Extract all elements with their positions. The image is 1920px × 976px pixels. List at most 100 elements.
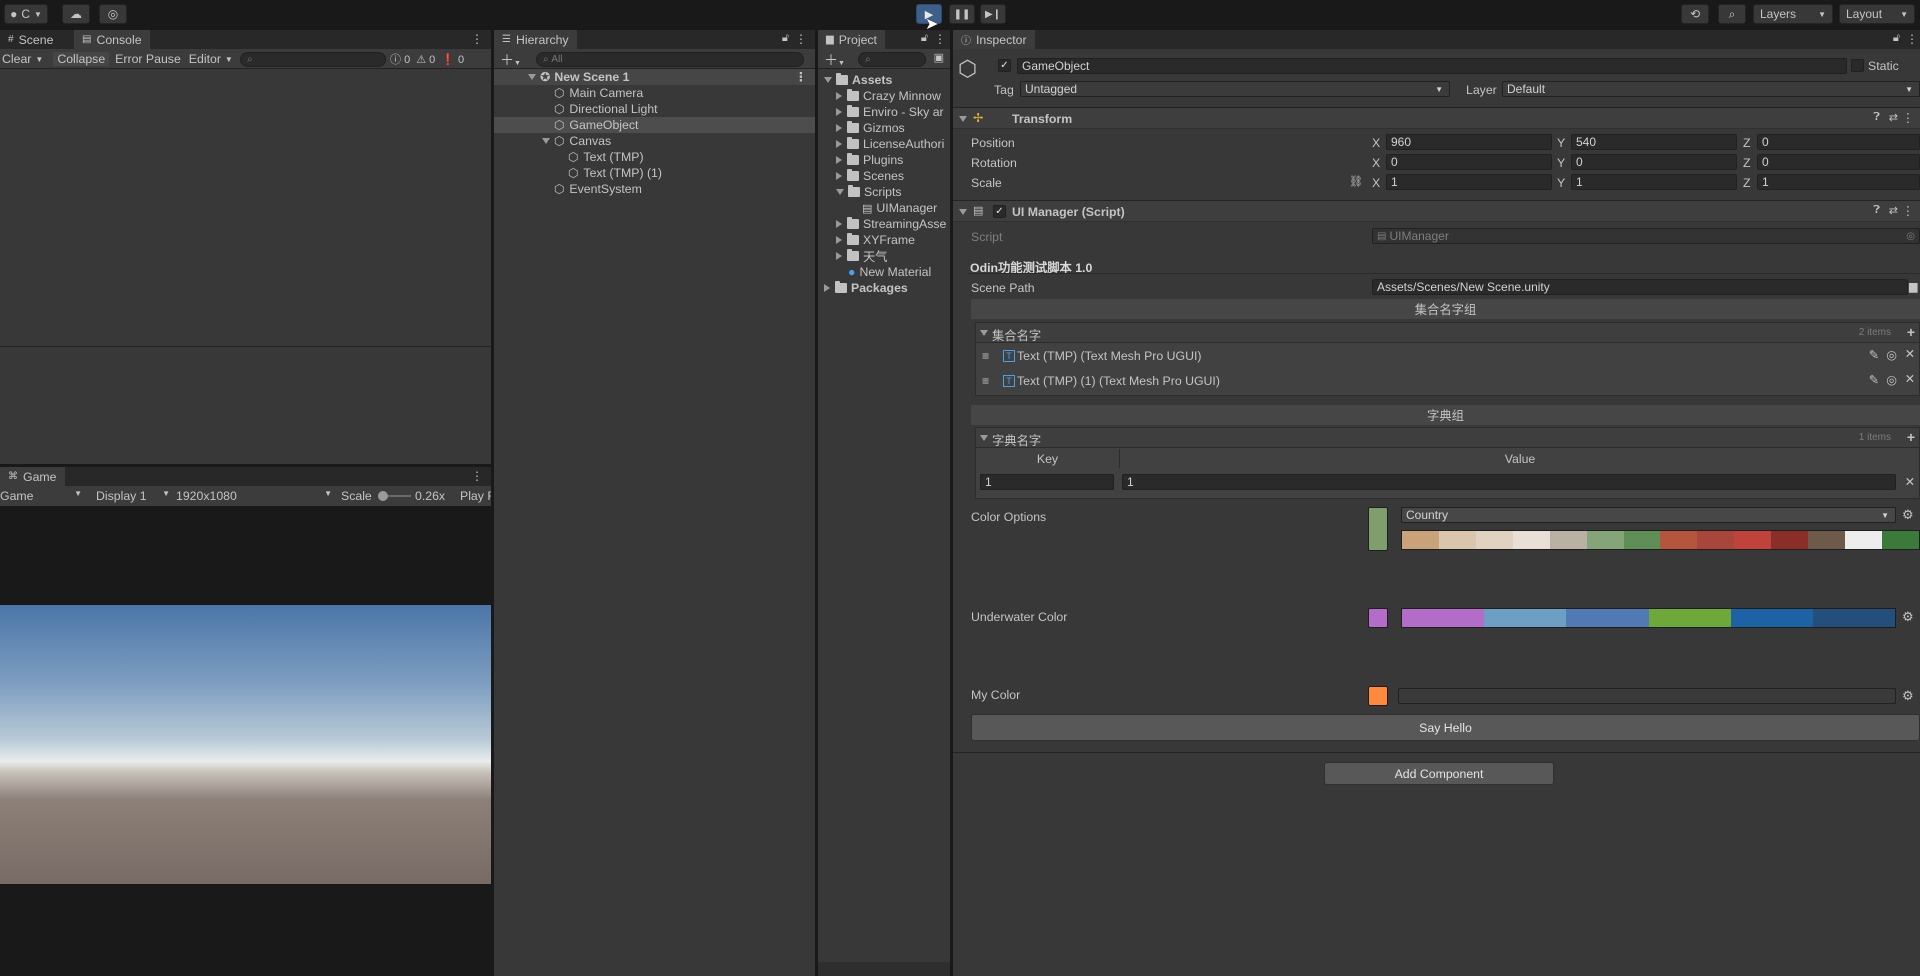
project-item[interactable]: Crazy Minnow xyxy=(818,88,950,104)
log-count[interactable]: ⓘ 0 xyxy=(390,51,410,67)
cloud-button[interactable]: ☁ xyxy=(62,4,90,24)
chevron-down-icon[interactable]: ▼ xyxy=(225,55,233,64)
warning-count[interactable]: ⚠ 0 xyxy=(416,53,435,66)
project-scrollbar[interactable] xyxy=(818,962,950,976)
my-color-palette-field[interactable] xyxy=(1398,688,1896,704)
add-item-icon[interactable]: + xyxy=(1907,429,1915,445)
palette-color-cell[interactable] xyxy=(1586,531,1624,549)
preset-icon[interactable]: ⇄ xyxy=(1889,111,1898,124)
add-dropdown[interactable]: ＋▼ xyxy=(500,50,521,70)
clear-button[interactable]: Clear xyxy=(0,52,33,66)
project-item[interactable]: Assets xyxy=(818,72,950,88)
help-icon[interactable]: ❓︎ xyxy=(1873,111,1880,124)
project-item[interactable]: 天气 xyxy=(818,248,950,264)
more-options-icon[interactable]: ⋮ xyxy=(795,32,807,46)
tab-console[interactable]: ▤ Console xyxy=(74,30,150,49)
hierarchy-item[interactable]: ⬡ GameObject xyxy=(494,117,815,133)
more-options-icon[interactable]: ⋮ xyxy=(1902,111,1914,125)
drag-handle-icon[interactable]: ≡ xyxy=(982,374,989,388)
underwater-swatch[interactable] xyxy=(1368,608,1388,628)
account-dropdown[interactable]: ● C ▼ xyxy=(4,4,48,24)
gameobject-large-icon[interactable]: ⬡ xyxy=(958,56,977,82)
dict-header[interactable]: 字典名字 1 items + xyxy=(976,428,1919,448)
panel-splitter[interactable] xyxy=(950,30,953,976)
chevron-down-icon[interactable]: ▼ xyxy=(35,55,43,64)
project-item[interactable]: StreamingAsse xyxy=(818,216,950,232)
active-checkbox[interactable]: ✓ xyxy=(998,59,1011,72)
play-focused-dropdown[interactable]: Play F xyxy=(460,489,491,503)
my-color-swatch[interactable] xyxy=(1368,686,1388,706)
editor-dropdown[interactable]: Editor xyxy=(187,52,223,66)
palette-color-cell[interactable] xyxy=(1484,609,1567,627)
close-icon[interactable]: ✕ xyxy=(1905,475,1915,489)
palette-color-cell[interactable] xyxy=(1881,531,1919,549)
say-hello-button[interactable]: Say Hello xyxy=(971,714,1920,741)
transform-header[interactable]: ✢ Transform ❓︎ ⇄ ⋮ xyxy=(953,107,1920,129)
gear-icon[interactable]: ⚙ xyxy=(1902,609,1914,625)
error-count[interactable]: ❗ 0 xyxy=(441,53,464,66)
project-item[interactable]: LicenseAuthori xyxy=(818,136,950,152)
lock-icon[interactable]: 🔓︎ xyxy=(1893,32,1900,45)
project-item[interactable]: Scripts xyxy=(818,184,950,200)
position-x-field[interactable]: 960 xyxy=(1386,134,1552,150)
collapsed-arrow-icon[interactable] xyxy=(836,156,842,164)
scale-x-field[interactable]: 1 xyxy=(1386,174,1552,190)
underwater-palette[interactable] xyxy=(1401,608,1896,628)
folder-browse-icon[interactable]: ▆ xyxy=(1909,280,1917,293)
edit-icon[interactable]: ✎ xyxy=(1869,373,1879,387)
object-name-field[interactable]: GameObject xyxy=(1017,58,1847,74)
rotation-z-field[interactable]: 0 xyxy=(1757,154,1920,170)
edit-icon[interactable]: ✎ xyxy=(1869,348,1879,362)
tab-game[interactable]: ⌘ Game xyxy=(0,467,65,486)
lock-icon[interactable]: 🔓︎ xyxy=(782,32,789,45)
close-icon[interactable]: ✕ xyxy=(1905,372,1915,386)
panel-splitter[interactable] xyxy=(815,30,818,976)
error-pause-button[interactable]: Error Pause xyxy=(111,52,185,66)
position-z-field[interactable]: 0 xyxy=(1757,134,1920,150)
uimanager-header[interactable]: ▤ ✓ UI Manager (Script) ❓︎ ⇄ ⋮ xyxy=(953,200,1920,222)
hierarchy-item[interactable]: ⬡ Text (TMP) (1) xyxy=(494,165,815,181)
collapsed-arrow-icon[interactable] xyxy=(836,252,842,260)
collapsed-arrow-icon[interactable] xyxy=(824,284,830,292)
tab-scene[interactable]: # Scene xyxy=(0,30,61,49)
console-search-input[interactable]: ⌕ xyxy=(240,52,386,67)
search-button[interactable]: ⌕ xyxy=(1718,4,1746,24)
collapse-button[interactable]: Collapse xyxy=(53,52,110,66)
scene-path-field[interactable]: Assets/Scenes/New Scene.unity xyxy=(1372,279,1908,295)
expand-arrow-icon[interactable] xyxy=(959,116,967,122)
palette-color-cell[interactable] xyxy=(1475,531,1513,549)
filter-icon[interactable]: ▣ xyxy=(934,51,944,64)
drag-handle-icon[interactable]: ≡ xyxy=(982,349,989,363)
more-options-icon[interactable]: ⋮ xyxy=(934,32,946,46)
scale-slider-thumb[interactable] xyxy=(378,491,388,501)
palette-color-cell[interactable] xyxy=(1438,531,1476,549)
palette-color-cell[interactable] xyxy=(1730,609,1813,627)
palette-color-cell[interactable] xyxy=(1402,609,1485,627)
hierarchy-item[interactable]: ⬡ Directional Light xyxy=(494,101,815,117)
gear-icon[interactable]: ⚙ xyxy=(1902,688,1914,704)
project-item[interactable]: XYFrame xyxy=(818,232,950,248)
scale-slider[interactable] xyxy=(378,491,411,501)
palette-color-cell[interactable] xyxy=(1402,531,1439,549)
palette-color-cell[interactable] xyxy=(1808,531,1846,549)
palette-color-cell[interactable] xyxy=(1812,609,1896,627)
game-mode-dropdown[interactable]: Game ▼ xyxy=(0,489,84,503)
scale-y-field[interactable]: 1 xyxy=(1571,174,1737,190)
tab-project[interactable]: ▆ Project xyxy=(818,30,885,49)
rotation-x-field[interactable]: 0 xyxy=(1386,154,1552,170)
step-button[interactable]: ▶❙ xyxy=(980,4,1006,24)
palette-color-cell[interactable] xyxy=(1845,531,1882,549)
hierarchy-item[interactable]: ✪ New Scene 1 ⋮ xyxy=(494,69,815,85)
project-search-input[interactable]: ⌕ xyxy=(858,52,926,67)
hierarchy-item[interactable]: ⬡ EventSystem xyxy=(494,181,815,197)
layout-dropdown[interactable]: Layout ▼ xyxy=(1839,4,1915,24)
dict-value-field[interactable]: 1 xyxy=(1122,474,1896,490)
more-options-icon[interactable]: ⋮ xyxy=(1906,32,1918,46)
collapsed-arrow-icon[interactable] xyxy=(836,92,842,100)
expand-arrow-icon[interactable] xyxy=(824,77,832,83)
undo-history-button[interactable]: ⟲ xyxy=(1681,4,1709,24)
project-item[interactable]: Enviro - Sky ar xyxy=(818,104,950,120)
gear-icon[interactable]: ⚙ xyxy=(1902,507,1914,523)
list-item[interactable]: ≡ T Text (TMP) (Text Mesh Pro UGUI) ✎ ◎ … xyxy=(976,345,1919,369)
expand-arrow-icon[interactable] xyxy=(980,435,988,441)
